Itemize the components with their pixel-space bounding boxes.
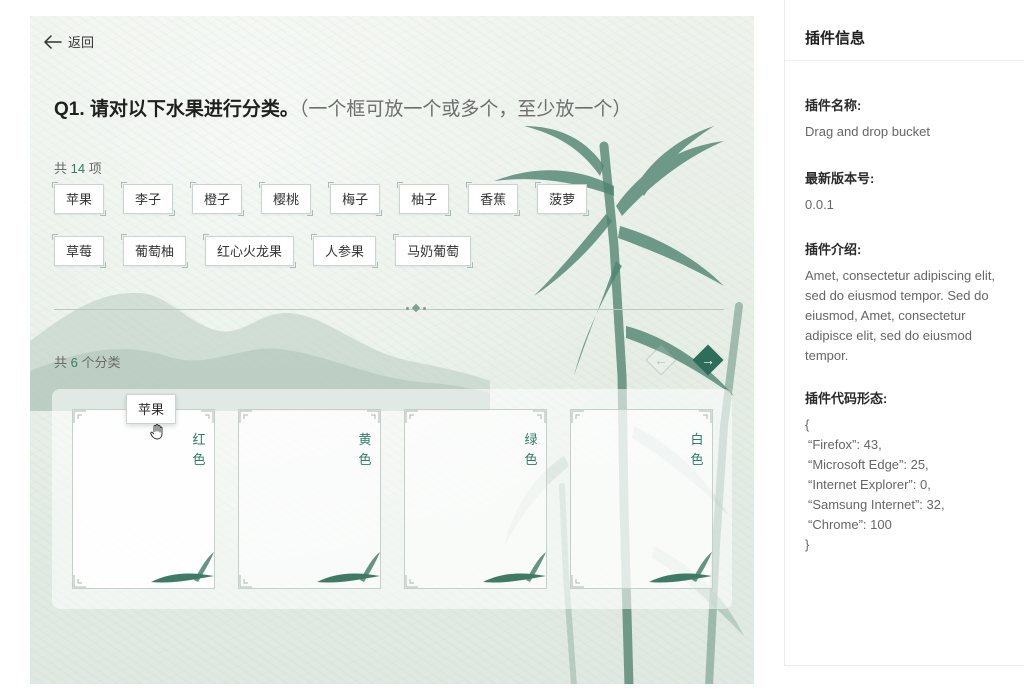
corner-ornament <box>571 410 584 423</box>
plugin-intro-section: 插件介绍: Amet, consectetur adipiscing elit,… <box>805 239 1005 366</box>
bucket-yellow[interactable]: 黄色 <box>238 409 381 589</box>
corner-ornament <box>239 575 252 588</box>
item-chip[interactable]: 梅子 <box>328 182 383 216</box>
categories-count-suffix: 个分类 <box>81 355 121 370</box>
arrow-left-icon: ← <box>654 352 668 368</box>
item-chip[interactable]: 苹果 <box>51 182 107 216</box>
question-title: Q1. 请对以下水果进行分类。（一个框可放一个或多个，至少放一个） <box>54 94 631 121</box>
plugin-version-section: 最新版本号: 0.0.1 <box>805 168 1005 215</box>
plugin-code-block: { “Firefox”: 43, “Microsoft Edge”: 25, “… <box>805 415 1005 555</box>
back-button[interactable]: 返回 <box>44 32 94 51</box>
items-count-number: 14 <box>70 161 86 176</box>
corner-ornament <box>405 410 418 423</box>
bamboo-leaf-icon <box>649 552 712 583</box>
plugin-info-sidebar: 插件信息 插件名称: Drag and drop bucket 最新版本号: 0… <box>784 0 1024 666</box>
plugin-name-section: 插件名称: Drag and drop bucket <box>805 95 1005 142</box>
plugin-version-value: 0.0.1 <box>805 197 834 212</box>
corner-ornament <box>201 410 214 423</box>
items-count-suffix: 项 <box>88 161 102 176</box>
corner-ornament <box>73 575 86 588</box>
code-line: “Internet Explorer”: 0, <box>808 477 931 492</box>
categories-count-number: 6 <box>70 355 78 370</box>
plugin-code-label: 插件代码形态: <box>805 391 888 406</box>
items-count-prefix: 共 <box>54 161 68 176</box>
divider-ornament <box>406 303 426 313</box>
item-chip[interactable]: 香蕉 <box>466 182 521 216</box>
item-chip[interactable]: 李子 <box>121 182 176 216</box>
plugin-version-label: 最新版本号: <box>805 171 875 186</box>
bucket-green[interactable]: 绿色 <box>404 409 547 589</box>
item-chip[interactable]: 人参果 <box>311 234 379 268</box>
code-line: { <box>805 417 810 432</box>
code-line: “Microsoft Edge”: 25, <box>808 457 929 472</box>
item-chip[interactable]: 红心火龙果 <box>203 234 297 268</box>
bucket-label: 黄色 <box>358 432 372 467</box>
categories-count-prefix: 共 <box>54 355 68 370</box>
bucket-label: 白色 <box>690 432 704 467</box>
item-chip[interactable]: 葡萄柚 <box>121 234 189 268</box>
item-chip-row: 草莓 葡萄柚 红心火龙果 人参果 马奶葡萄 <box>51 234 654 268</box>
back-label: 返回 <box>68 35 95 50</box>
bucket-label: 红色 <box>192 432 206 467</box>
section-divider <box>54 303 724 313</box>
sidebar-divider <box>785 60 1024 61</box>
item-chip[interactable]: 草莓 <box>51 234 107 268</box>
categories-count: 共 6 个分类 <box>54 352 121 371</box>
bucket-white[interactable]: 白色 <box>570 409 713 589</box>
bamboo-leaf-icon <box>317 552 380 583</box>
corner-ornament <box>367 410 380 423</box>
code-line: “Firefox”: 43, <box>808 437 882 452</box>
corner-ornament <box>405 575 418 588</box>
bucket-label: 绿色 <box>524 432 538 467</box>
plugin-intro-label: 插件介绍: <box>805 242 862 257</box>
item-chip-row: 苹果 李子 橙子 樱桃 梅子 柚子 香蕉 菠萝 <box>51 182 654 216</box>
plugin-name-value: Drag and drop bucket <box>805 124 931 139</box>
bamboo-leaf-icon <box>483 552 546 583</box>
dragging-item-chip[interactable]: 苹果 <box>126 394 177 424</box>
question-hint: （一个框可放一个或多个，至少放一个） <box>298 99 632 120</box>
items-count: 共 14 项 <box>54 158 102 177</box>
corner-ornament <box>699 410 712 423</box>
code-line: “Chrome”: 100 <box>808 517 892 532</box>
plugin-name-label: 插件名称: <box>805 98 862 113</box>
plugin-intro-value: Amet, consectetur adipiscing elit, sed d… <box>805 268 996 363</box>
question-text: Q1. 请对以下水果进行分类。 <box>54 99 299 120</box>
code-line: } <box>805 537 810 552</box>
item-chip[interactable]: 橙子 <box>190 182 245 216</box>
item-chip-list: 苹果 李子 橙子 樱桃 梅子 柚子 香蕉 菠萝 草莓 葡萄柚 红心火龙果 人参果… <box>51 182 654 286</box>
item-chip[interactable]: 马奶葡萄 <box>393 234 474 268</box>
arrow-right-icon: → <box>701 352 715 368</box>
bucket-red[interactable]: 红色 <box>72 409 215 589</box>
hand-cursor-icon <box>150 424 163 440</box>
item-chip[interactable]: 柚子 <box>397 182 452 216</box>
plugin-code-section: 插件代码形态: { “Firefox”: 43, “Microsoft Edge… <box>805 388 1005 555</box>
item-chip[interactable]: 樱桃 <box>259 182 314 216</box>
sidebar-title: 插件信息 <box>805 30 866 47</box>
corner-ornament <box>571 575 584 588</box>
question-stage: 返回 Q1. 请对以下水果进行分类。（一个框可放一个或多个，至少放一个） 共 1… <box>30 16 754 684</box>
corner-ornament <box>73 410 86 423</box>
corner-ornament <box>533 410 546 423</box>
corner-ornament <box>239 410 252 423</box>
code-line: “Samsung Internet”: 32, <box>808 497 945 512</box>
arrow-left-icon <box>44 34 62 49</box>
bamboo-leaf-icon <box>151 552 214 583</box>
item-chip[interactable]: 菠萝 <box>535 182 590 216</box>
